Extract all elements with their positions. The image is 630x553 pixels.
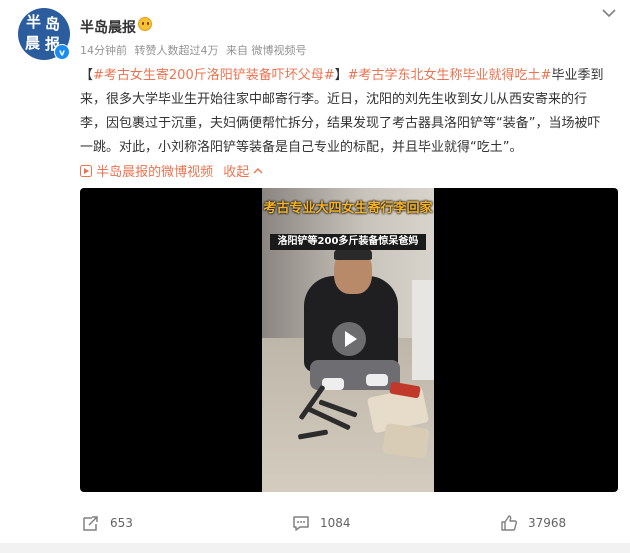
video-play-mini-icon bbox=[80, 165, 92, 177]
topic-link[interactable]: #考古女生寄200斤洛阳铲装备吓坏父母# bbox=[93, 68, 335, 83]
share-button[interactable]: 653 bbox=[82, 514, 133, 532]
action-bar: 653 1084 37968 bbox=[0, 506, 630, 540]
share-icon bbox=[83, 516, 98, 531]
video-source-link[interactable]: 半岛晨报的微博视频 bbox=[96, 165, 213, 180]
like-count: 37968 bbox=[528, 516, 567, 530]
play-icon[interactable] bbox=[332, 322, 366, 356]
comment-count: 1084 bbox=[320, 516, 351, 530]
emoji-badge-icon bbox=[138, 17, 152, 31]
chevron-up-icon[interactable] bbox=[253, 167, 263, 175]
topic-link[interactable]: #考古学东北女生称毕业就得吃土# bbox=[348, 68, 552, 83]
bracket-open: 【 bbox=[80, 68, 94, 83]
svg-text:v: v bbox=[59, 49, 65, 59]
video-player[interactable]: 考古专业大四女生寄行李回家 洛阳铲等200多斤装备惊呆爸妈 bbox=[80, 188, 618, 492]
post-source[interactable]: 来自 微博视频号 bbox=[226, 44, 307, 57]
share-count: 653 bbox=[110, 516, 133, 530]
verified-badge-icon: v bbox=[54, 44, 70, 60]
collapse-link[interactable]: 收起 bbox=[223, 165, 249, 180]
repost-hint: 转赞人数超过4万 bbox=[134, 44, 219, 57]
like-icon bbox=[501, 515, 517, 531]
account-name[interactable]: 半岛晨报 bbox=[80, 17, 136, 37]
comment-button[interactable]: 1084 bbox=[292, 514, 351, 532]
like-button[interactable]: 37968 bbox=[500, 514, 566, 532]
chevron-down-icon[interactable] bbox=[600, 6, 618, 20]
avatar-glyph: 岛 bbox=[45, 15, 61, 33]
video-overlay-subtitle: 洛阳铲等200多斤装备惊呆爸妈 bbox=[270, 234, 426, 250]
bracket-close: 】 bbox=[334, 68, 348, 83]
post-time[interactable]: 14分钟前 bbox=[80, 44, 127, 57]
weibo-post-card: 半 岛 晨 报 v 半岛晨报 14分钟前 转赞人数超过4万 来自 微博视频号 【… bbox=[0, 0, 630, 553]
avatar-glyph: 晨 bbox=[25, 34, 41, 52]
bottom-divider bbox=[0, 543, 630, 553]
post-body: 【#考古女生寄200斤洛阳铲装备吓坏父母#】#考古学东北女生称毕业就得吃土#毕业… bbox=[80, 64, 612, 160]
post-meta: 14分钟前 转赞人数超过4万 来自 微博视频号 bbox=[80, 42, 311, 58]
video-overlay-title: 考古专业大四女生寄行李回家 bbox=[263, 201, 433, 216]
avatar-glyph: 半 bbox=[26, 13, 42, 31]
comment-icon bbox=[293, 516, 309, 531]
video-source-row: 半岛晨报的微博视频 收起 bbox=[80, 161, 263, 180]
